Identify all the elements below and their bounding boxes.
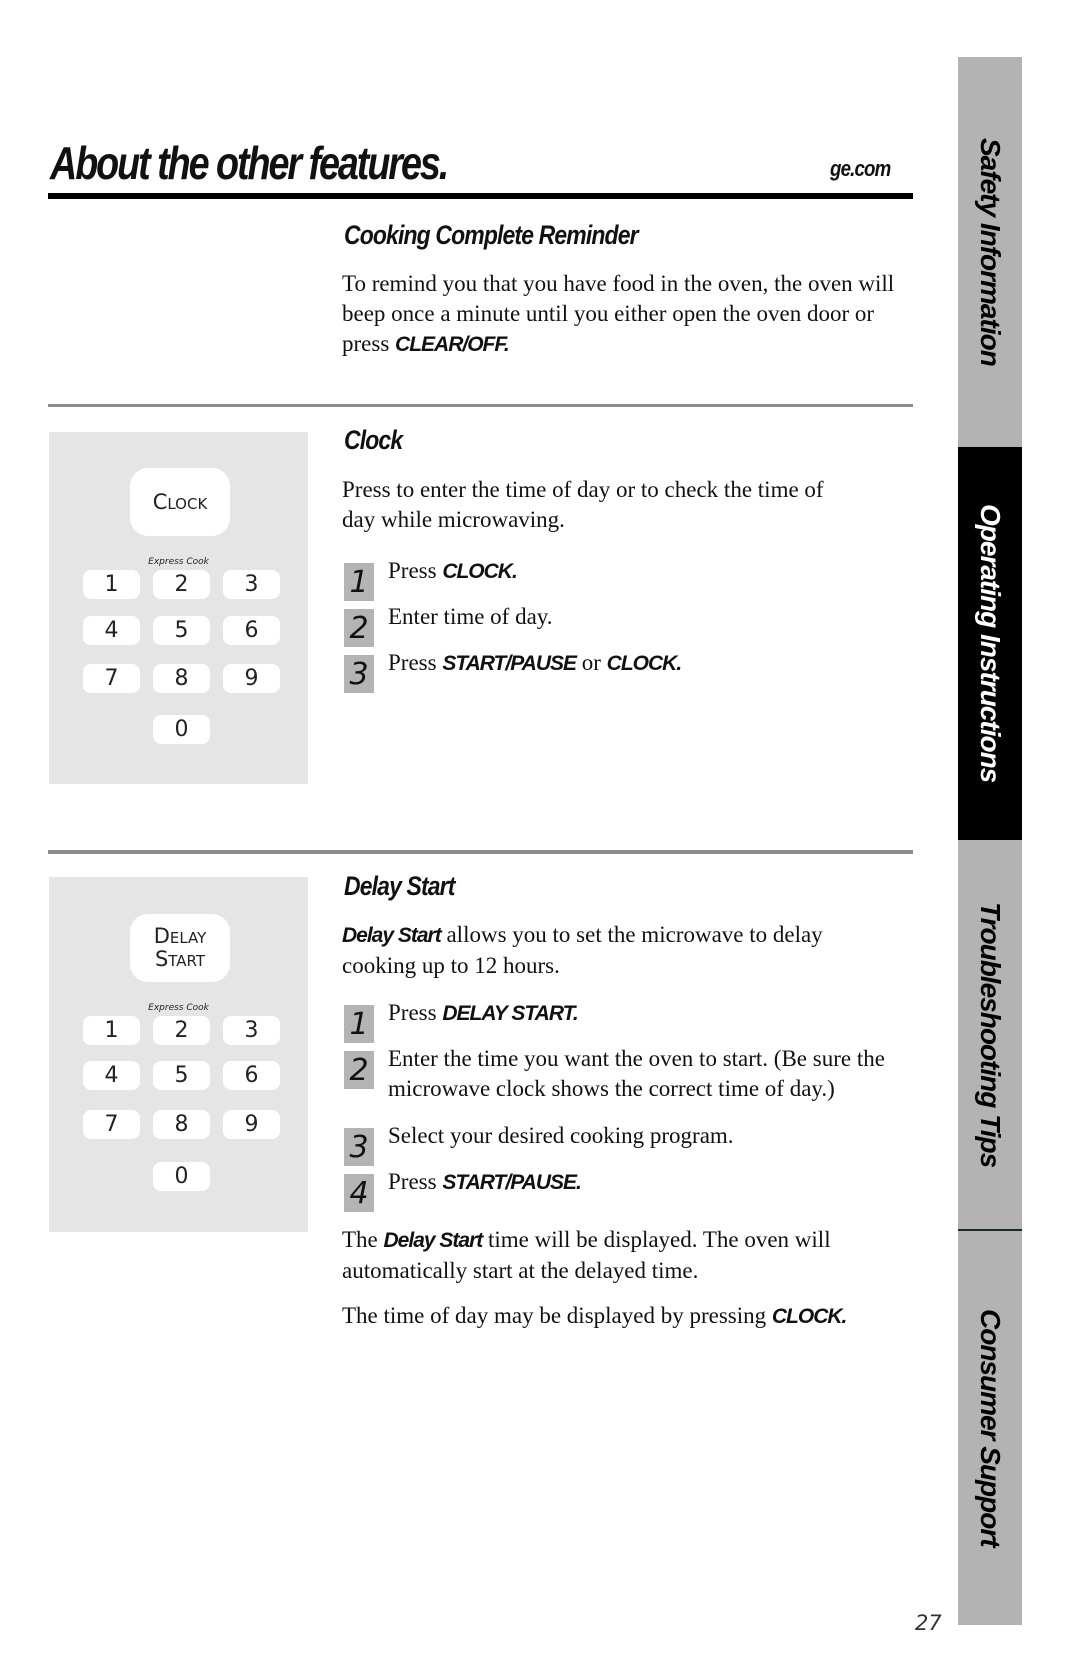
step-number-badge: 3 [344,655,374,693]
step-number-badge: 2 [344,1051,374,1089]
step-number-badge: 2 [344,609,374,647]
tab-label: Operating Instructions [975,504,1006,783]
step-text-plain: or [576,650,607,675]
step-text-plain: Press [388,558,443,583]
express-cook-label: Express Cook [148,1003,209,1013]
tab-operating-instructions[interactable]: Operating Instructions [958,447,1022,840]
note-text: The time of day may be displayed by pres… [342,1303,772,1328]
express-cook-label: Express Cook [148,557,209,567]
step-text: Press START/PAUSE or CLOCK. [388,648,918,679]
step-text-plain: Enter time of day. [388,604,553,629]
delay-start-heading: Delay Start [344,871,455,901]
tab-label: Safety Information [975,138,1006,366]
delay-start-key-line1: Delay [153,924,207,948]
step-text-bold: CLOCK. [442,560,517,583]
section-divider [48,850,913,854]
reminder-heading: Cooking Complete Reminder [344,220,639,250]
delay-start-key-line2: Start [154,947,206,971]
title-rule [48,193,913,199]
number-key-6: 6 [223,616,280,645]
number-key-2: 2 [153,1016,210,1045]
delay-start-term: Delay Start [342,924,442,947]
clock-keypad-illustration: Clock Express Cook 1 2 3 4 5 6 7 8 9 0 [49,432,308,784]
delay-start-intro: Delay Start allows you to set the microw… [342,920,862,981]
number-key-0: 0 [153,715,210,744]
tab-label: Troubleshooting Tips [975,902,1006,1168]
clock-term: CLOCK. [771,1305,847,1328]
step-text-plain: Select your desired cooking program. [388,1123,734,1148]
step-text-plain: Press [388,650,443,675]
step-number-badge: 1 [344,563,374,601]
delay-start-key: Delay Start [130,914,230,982]
clear-off-label: CLEAR/OFF. [395,333,510,356]
number-key-6: 6 [223,1061,280,1090]
number-key-5: 5 [153,1061,210,1090]
step-text: Select your desired cooking program. [388,1121,918,1151]
step-text: Enter time of day. [388,602,918,632]
delay-start-note-2: The time of day may be displayed by pres… [342,1301,912,1332]
number-key-9: 9 [223,664,280,693]
page-title: About the other features. [50,137,449,189]
step-text-plain: Press [388,1000,443,1025]
delay-start-keypad-illustration: Delay Start Express Cook 1 2 3 4 5 6 7 8 … [49,877,308,1232]
number-key-5: 5 [153,616,210,645]
tab-troubleshooting-tips[interactable]: Troubleshooting Tips [958,840,1022,1230]
clock-heading: Clock [344,425,403,455]
step-number-badge: 4 [344,1174,374,1212]
step-text-bold: START/PAUSE [442,652,577,675]
number-key-4: 4 [83,1061,140,1090]
section-divider [48,404,913,407]
number-key-3: 3 [223,1016,280,1045]
number-key-0: 0 [153,1162,210,1191]
step-text-bold: DELAY START. [442,1002,578,1025]
number-key-3: 3 [223,570,280,599]
delay-start-note-1: The Delay Start time will be displayed. … [342,1225,862,1286]
site-link[interactable]: ge.com [830,156,891,182]
tab-label: Consumer Support [975,1309,1006,1547]
step-text-bold: START/PAUSE. [442,1171,582,1194]
step-number-badge: 3 [344,1128,374,1166]
number-key-7: 7 [83,664,140,693]
number-key-7: 7 [83,1110,140,1139]
step-text-plain: Enter the time you want the oven to star… [388,1046,885,1101]
number-key-9: 9 [223,1110,280,1139]
step-text: Enter the time you want the oven to star… [388,1044,918,1104]
clock-key: Clock [130,468,230,536]
number-key-8: 8 [153,664,210,693]
step-text: Press DELAY START. [388,998,918,1029]
clock-body: Press to enter the time of day or to che… [342,477,824,532]
step-text-bold: CLOCK. [606,652,682,675]
reminder-body: To remind you that you have food in the … [342,269,912,360]
note-text: The [342,1227,384,1252]
page-number: 27 [915,1611,942,1635]
step-text: Press CLOCK. [388,556,918,587]
number-key-8: 8 [153,1110,210,1139]
step-text: Press START/PAUSE. [388,1167,918,1198]
number-key-4: 4 [83,616,140,645]
clock-key-label: Clock [152,489,208,514]
delay-start-term: Delay Start [383,1229,484,1252]
number-key-2: 2 [153,570,210,599]
tab-safety-information[interactable]: Safety Information [958,57,1022,447]
number-key-1: 1 [83,570,140,599]
tab-consumer-support[interactable]: Consumer Support [958,1231,1022,1625]
step-text-plain: Press [388,1169,443,1194]
number-key-1: 1 [83,1016,140,1045]
step-number-badge: 1 [344,1005,374,1043]
